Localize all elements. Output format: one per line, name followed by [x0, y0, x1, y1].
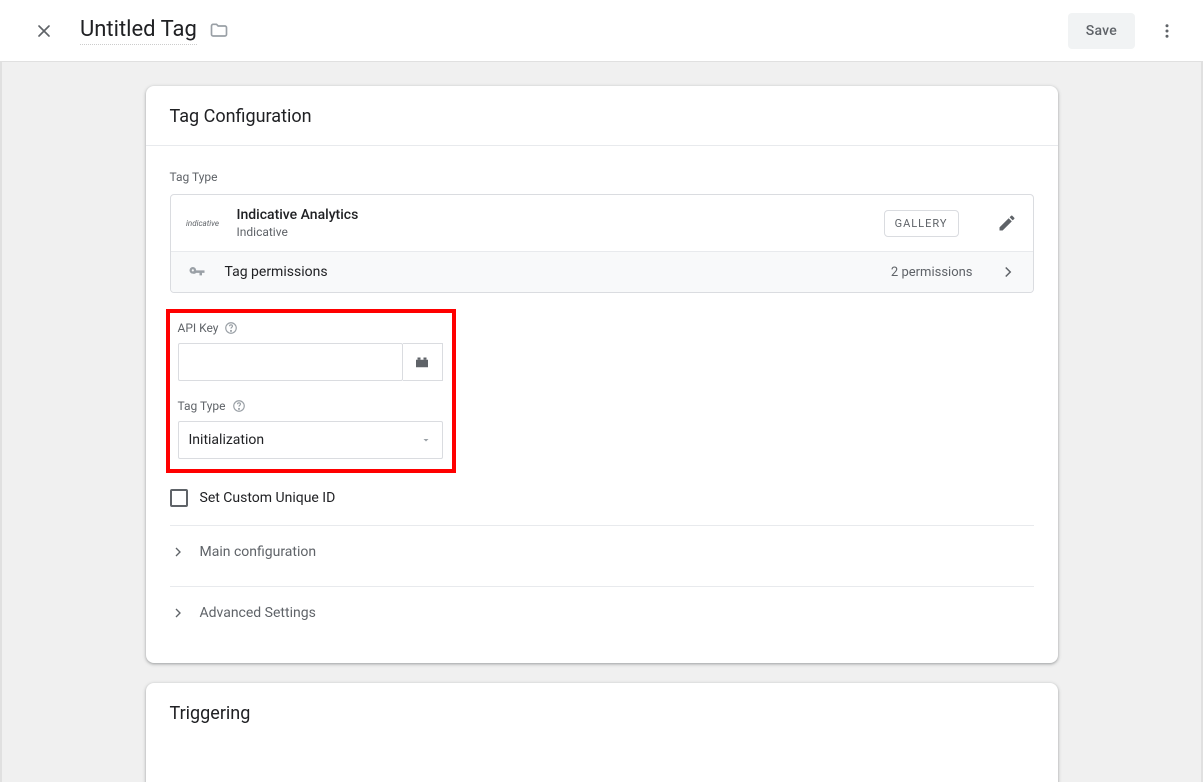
set-custom-unique-id-checkbox[interactable] — [170, 489, 188, 507]
card-title: Triggering — [170, 703, 1034, 724]
section-label: Main configuration — [200, 544, 317, 560]
more-vertical-icon — [1158, 22, 1176, 40]
annotation-highlight: API Key Tag Type — [166, 309, 456, 473]
lego-icon — [413, 353, 431, 371]
tag-permissions-row[interactable]: Tag permissions 2 permissions — [171, 251, 1033, 292]
pencil-icon — [997, 213, 1017, 233]
triggering-card: Triggering — [146, 683, 1058, 782]
tag-type-selected-value: Initialization — [189, 432, 265, 448]
close-button[interactable] — [24, 11, 64, 51]
save-button[interactable]: Save — [1068, 13, 1135, 49]
tag-configuration-card: Tag Configuration Tag Type indicative In… — [146, 86, 1058, 663]
section-label: Advanced Settings — [200, 605, 316, 621]
permissions-count: 2 permissions — [891, 265, 973, 280]
variable-picker-button[interactable] — [403, 343, 443, 381]
overflow-menu-button[interactable] — [1147, 11, 1187, 51]
tag-type-name: Indicative Analytics — [237, 207, 866, 223]
close-icon — [34, 21, 54, 41]
advanced-settings-section[interactable]: Advanced Settings — [170, 586, 1034, 639]
folder-icon[interactable] — [209, 21, 229, 41]
card-title: Tag Configuration — [170, 106, 1034, 127]
chevron-right-icon — [999, 263, 1017, 281]
gallery-button[interactable]: GALLERY — [884, 210, 959, 237]
page-title[interactable]: Untitled Tag — [80, 17, 197, 45]
dropdown-caret-icon — [420, 434, 432, 446]
chevron-right-icon — [170, 544, 186, 560]
main-configuration-section[interactable]: Main configuration — [170, 525, 1034, 578]
tag-type-box: indicative Indicative Analytics Indicati… — [170, 194, 1034, 293]
help-icon[interactable] — [224, 321, 238, 335]
key-icon — [187, 262, 207, 282]
checkbox-label: Set Custom Unique ID — [200, 490, 336, 506]
help-icon[interactable] — [232, 399, 246, 413]
api-key-label: API Key — [178, 321, 219, 335]
api-key-input[interactable] — [178, 343, 403, 381]
chevron-right-icon — [170, 605, 186, 621]
tag-type-field-label: Tag Type — [178, 399, 226, 413]
edit-tag-type-button[interactable] — [997, 213, 1017, 233]
tag-vendor-icon: indicative — [187, 207, 219, 239]
tag-type-select[interactable]: Initialization — [178, 421, 443, 459]
permissions-label: Tag permissions — [225, 264, 873, 280]
tag-type-label: Tag Type — [170, 170, 1034, 184]
tag-type-vendor: Indicative — [237, 225, 866, 239]
